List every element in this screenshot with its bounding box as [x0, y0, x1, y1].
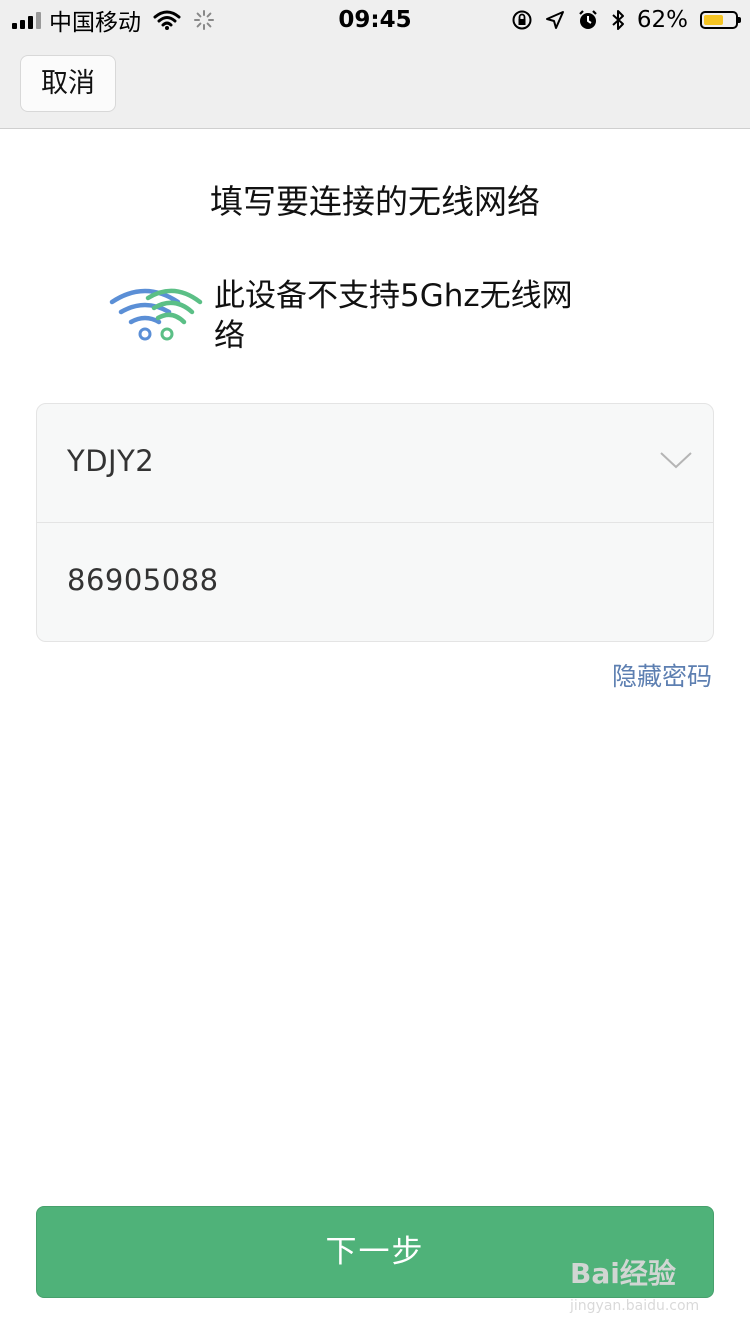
nav-bar: 取消	[0, 40, 750, 129]
cancel-button[interactable]: 取消	[20, 55, 116, 112]
5ghz-unsupported-notice: 此设备不支持5Ghz无线网络	[214, 278, 573, 354]
battery-level	[704, 15, 723, 25]
battery-icon	[700, 11, 741, 29]
location-arrow-icon	[545, 11, 564, 29]
wifi-form-card: YDJY2 86905088	[36, 403, 714, 642]
watermark-url: jingyan.baidu.com	[570, 1298, 700, 1314]
ssid-selector[interactable]: YDJY2	[37, 404, 713, 522]
rotation-lock-icon	[512, 10, 532, 30]
status-right: 62%	[511, 6, 741, 34]
page-title: 填写要连接的无线网络	[210, 182, 540, 221]
alarm-icon	[579, 10, 597, 29]
password-value: 86905088	[67, 563, 219, 597]
battery-percent: 62%	[636, 7, 688, 33]
dual-wifi-icon	[109, 288, 203, 341]
bluetooth-icon	[612, 10, 624, 30]
ssid-value: YDJY2	[67, 444, 155, 478]
chevron-down-icon[interactable]	[659, 450, 693, 470]
watermark-brand: Bai经验	[570, 1257, 676, 1290]
password-field[interactable]: 86905088	[37, 523, 713, 641]
status-bar: 中国移动 09:45 62%	[0, 0, 750, 40]
hide-password-link[interactable]: 隐藏密码	[612, 657, 712, 693]
baidu-watermark: Bai经验 jingyan.baidu.com	[570, 1248, 710, 1323]
